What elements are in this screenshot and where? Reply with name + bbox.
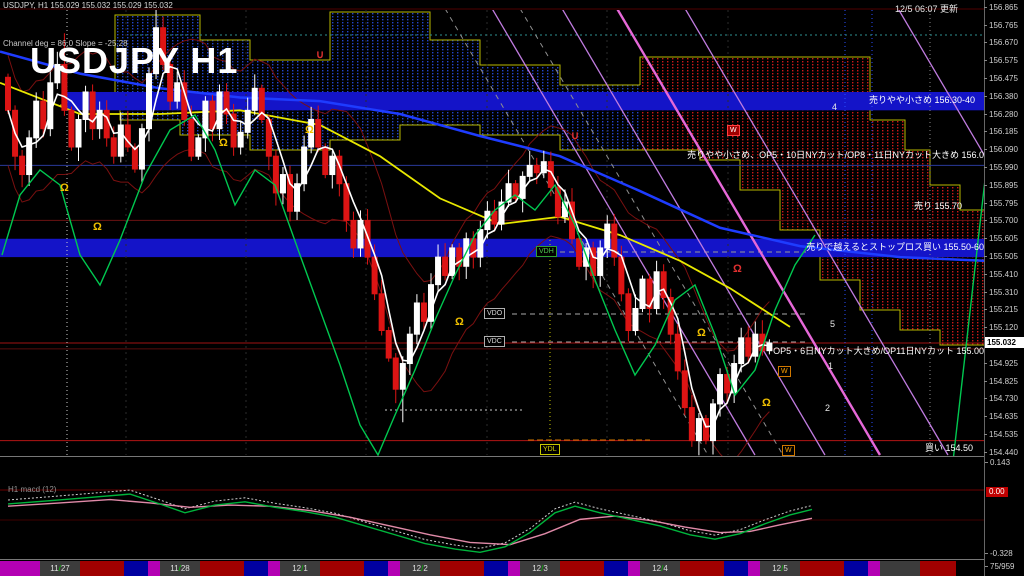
update-timestamp: 12/5 06:07 更新: [895, 2, 958, 15]
chart-canvas[interactable]: [0, 0, 1024, 576]
watermark-title: USDJPY H1: [30, 40, 238, 82]
macd-zero-box: 0.00: [986, 487, 1008, 497]
current-price-box: 155.032: [985, 337, 1024, 348]
chart-window: USDJPY, H1 155.029 155.032 155.029 155.0…: [0, 0, 1024, 576]
bar-counter: 75/959: [990, 562, 1014, 571]
price-axis[interactable]: 155.032 0.143 0.00 -0.328 75/959: [984, 0, 1024, 576]
macd-scale-top: 0.143: [990, 458, 1010, 467]
symbol-ohlc-readout: USDJPY, H1 155.029 155.032 155.029 155.0…: [3, 1, 173, 10]
macd-scale-bottom: -0.328: [990, 549, 1013, 558]
macd-indicator-label: H1 macd (12): [8, 485, 56, 494]
